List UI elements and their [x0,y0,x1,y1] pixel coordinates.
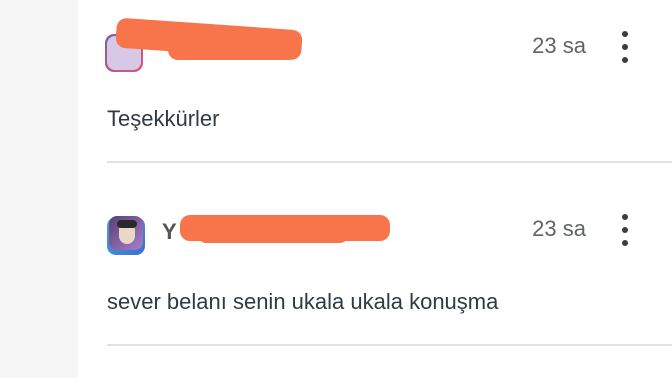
comment-item: Y 23 sa sever belanı senin ukala ukala k… [78,163,672,346]
comment-username[interactable]: Y [162,219,177,245]
redacted-username [168,40,298,60]
comment-timestamp: 23 sa [532,33,586,58]
comment-item: 23 sa Teşekkürler [78,0,672,163]
avatar[interactable] [109,216,143,250]
comment-text: sever belanı senin ukala ukala konuşma [107,289,499,314]
comment-timestamp: 23 sa [532,216,586,241]
comment-text: Teşekkürler [107,106,220,131]
more-options-icon[interactable] [620,31,630,63]
comment-divider [107,344,672,346]
more-options-icon[interactable] [620,214,630,246]
left-gutter [0,0,78,378]
redacted-username [198,227,348,243]
